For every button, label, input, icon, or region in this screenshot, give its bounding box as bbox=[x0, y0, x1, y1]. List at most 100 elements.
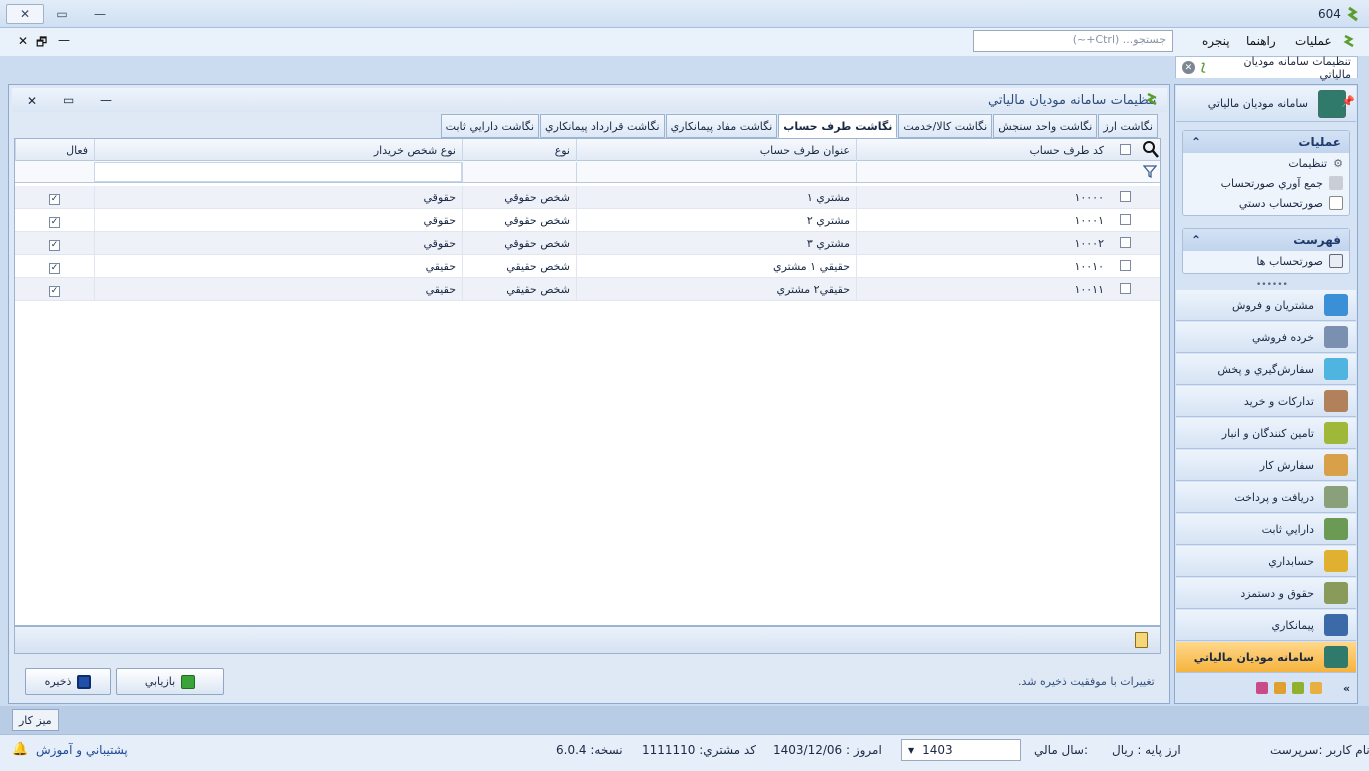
sidebar-item-invoices[interactable]: صورتحساب ها bbox=[1183, 251, 1349, 271]
table-row[interactable]: ۱۰۰۰۲ مشتري ۳ شخص حقوقي حقوقي ✓ bbox=[15, 232, 1160, 255]
tab-fixed-asset-mapping[interactable]: نگاشت دارايي ثابت bbox=[440, 114, 539, 138]
row-select-checkbox[interactable] bbox=[1120, 214, 1131, 228]
tab-contract-terms-mapping[interactable]: نگاشت مفاد پيمانکاري bbox=[665, 114, 778, 138]
table-row[interactable]: ۱۰۰۰۱ مشتري ۲ شخص حقوقي حقوقي ✓ bbox=[15, 209, 1160, 232]
search-input[interactable]: جستجو... (Ctrl+~) bbox=[973, 30, 1173, 52]
save-button[interactable]: ذخيره bbox=[25, 668, 111, 695]
clipboard-icon[interactable] bbox=[1135, 632, 1148, 648]
panel-close-button[interactable]: ✕ bbox=[27, 94, 37, 108]
mdi-close-button[interactable]: ✕ bbox=[18, 34, 28, 48]
table-row[interactable]: ۱۰۰۱۰ حقيقي ۱ مشتري شخص حقيقي حقيقي ✓ bbox=[15, 255, 1160, 278]
filter-type-input[interactable] bbox=[462, 162, 576, 182]
panel-minimize-button[interactable]: — bbox=[100, 93, 112, 107]
tab-goods-mapping[interactable]: نگاشت کالا/خدمت bbox=[898, 114, 993, 138]
bell-icon[interactable]: 🔔 bbox=[12, 742, 28, 757]
pin-icon[interactable]: 📌 bbox=[1341, 95, 1355, 108]
operations-header[interactable]: ⌃ عمليات bbox=[1183, 131, 1349, 153]
active-checkbox[interactable]: ✓ bbox=[49, 191, 60, 205]
nav-customers-sales[interactable]: مشتريان و فروش bbox=[1176, 290, 1356, 321]
desk-button[interactable]: ميز کار bbox=[12, 709, 59, 731]
chevron-more-icon[interactable]: « bbox=[1343, 682, 1350, 695]
tab-contract-mapping[interactable]: نگاشت قرارداد پيمانکاري bbox=[540, 114, 665, 138]
tab-unit-mapping[interactable]: نگاشت واحد سنجش bbox=[993, 114, 1098, 138]
sidebar-item-manual-invoice[interactable]: صورتحساب دستي bbox=[1183, 193, 1349, 213]
filter-title-input[interactable] bbox=[576, 162, 856, 182]
list-icon bbox=[1329, 254, 1343, 268]
row-select-checkbox[interactable] bbox=[1120, 283, 1131, 297]
col-header-code[interactable]: کد طرف حساب bbox=[856, 139, 1110, 161]
row-select-checkbox[interactable] bbox=[1120, 191, 1131, 205]
table-row[interactable]: ۱۰۰۰۰ مشتري ۱ شخص حقوقي حقوقي ✓ bbox=[15, 186, 1160, 209]
cell-type: شخص حقوقي bbox=[462, 209, 576, 232]
support-link[interactable]: پشتيباني و آموزش bbox=[36, 743, 128, 757]
col-header-buyer-type[interactable]: نوع شخص خريدار bbox=[94, 139, 462, 161]
star-icon[interactable] bbox=[1292, 682, 1304, 694]
filter-icon[interactable] bbox=[1142, 164, 1158, 181]
chart-icon[interactable] bbox=[1256, 682, 1268, 694]
status-version: نسخه: 6.0.4 bbox=[556, 743, 623, 757]
status-customer-code: کد مشتري: 1111110 bbox=[642, 743, 756, 757]
fiscal-year-select[interactable]: ▼ 1403 bbox=[901, 739, 1021, 761]
tab-close-icon[interactable]: ✕ bbox=[1182, 61, 1195, 74]
cell-buyer-type: حقيقي bbox=[94, 255, 462, 278]
filter-code-input[interactable] bbox=[856, 162, 1110, 182]
select-all-checkbox[interactable] bbox=[1120, 144, 1131, 158]
menu-window[interactable]: پنجره bbox=[1202, 34, 1230, 48]
cell-code: ۱۰۰۱۱ bbox=[856, 278, 1110, 301]
table-row[interactable]: ۱۰۰۱۱ حقيقي۲ مشتري شخص حقيقي حقيقي ✓ bbox=[15, 278, 1160, 301]
active-checkbox[interactable]: ✓ bbox=[49, 260, 60, 274]
nav-work-order[interactable]: سفارش کار bbox=[1176, 450, 1356, 481]
cell-title: مشتري ۲ bbox=[576, 209, 856, 232]
search-icon[interactable] bbox=[1142, 140, 1159, 161]
document-tab[interactable]: تنظيمات سامانه موديان مالياتي ⟆ ✕ bbox=[1175, 55, 1358, 81]
cell-buyer-type: حقوقي bbox=[94, 232, 462, 255]
splitter-handle[interactable]: •••••• bbox=[1256, 280, 1288, 290]
mdi-restore-button[interactable]: 🗗 bbox=[36, 33, 47, 54]
mdi-minimize-button[interactable]: — bbox=[58, 33, 70, 47]
operations-section: ⌃ عمليات تنظيمات ⚙ جمع آوري صورتحساب صورت… bbox=[1182, 130, 1350, 216]
row-select-checkbox[interactable] bbox=[1120, 260, 1131, 274]
sidebar-item-collect-invoices[interactable]: جمع آوري صورتحساب bbox=[1183, 173, 1349, 193]
nav-contracting[interactable]: پيمانکاري bbox=[1176, 610, 1356, 641]
nav-procurement[interactable]: تدارکات و خريد bbox=[1176, 386, 1356, 417]
col-header-title[interactable]: عنوان طرف حساب bbox=[576, 139, 856, 161]
reload-button[interactable]: بازيابي bbox=[116, 668, 224, 695]
nav-receipts-payments[interactable]: دريافت و پرداخت bbox=[1176, 482, 1356, 513]
col-header-active[interactable]: فعال bbox=[15, 139, 94, 161]
col-header-type[interactable]: نوع bbox=[462, 139, 576, 161]
nav-fixed-assets[interactable]: دارايي ثابت bbox=[1176, 514, 1356, 545]
nav-payroll[interactable]: حقوق و دستمزد bbox=[1176, 578, 1356, 609]
nav-tax-system[interactable]: سامانه موديان مالياتي bbox=[1176, 642, 1356, 673]
tool-icon[interactable] bbox=[1310, 682, 1322, 694]
collapse-icon[interactable]: ⌃ bbox=[1191, 233, 1201, 247]
status-message: تغييرات با موفقيت ذخيره شد. bbox=[1018, 675, 1155, 688]
tab-currency-mapping[interactable]: نگاشت ارز bbox=[1098, 114, 1158, 138]
active-checkbox[interactable]: ✓ bbox=[49, 237, 60, 251]
contracting-icon bbox=[1324, 614, 1348, 636]
refresh-icon bbox=[181, 674, 196, 689]
sidebar-item-settings[interactable]: تنظيمات ⚙ bbox=[1183, 153, 1349, 173]
nav-orders-distribution[interactable]: سفارش‌گيري و پخش bbox=[1176, 354, 1356, 385]
filter-buyer-type-input[interactable] bbox=[94, 162, 462, 182]
window-minimize-button[interactable]: — bbox=[88, 4, 112, 24]
panel-restore-button[interactable]: ▭ bbox=[63, 93, 74, 107]
cell-code: ۱۰۰۰۲ bbox=[856, 232, 1110, 255]
window-close-button[interactable]: ✕ bbox=[6, 4, 44, 24]
payments-icon bbox=[1324, 486, 1348, 508]
tab-party-mapping[interactable]: نگاشت طرف حساب bbox=[778, 114, 898, 138]
nav-suppliers-warehouse[interactable]: تامين کنندگان و انبار bbox=[1176, 418, 1356, 449]
collapse-icon[interactable]: ⌃ bbox=[1191, 135, 1201, 149]
active-checkbox[interactable]: ✓ bbox=[49, 214, 60, 228]
menu-logo-icon bbox=[1343, 34, 1355, 48]
nav-accounting[interactable]: حسابداري bbox=[1176, 546, 1356, 577]
nav-retail[interactable]: خرده فروشي bbox=[1176, 322, 1356, 353]
menu-help[interactable]: راهنما bbox=[1246, 34, 1276, 48]
list-header[interactable]: ⌃ فهرست bbox=[1183, 229, 1349, 251]
window-restore-button[interactable]: ▭ bbox=[52, 4, 72, 24]
window-title: 604 bbox=[1318, 7, 1341, 21]
menu-operations[interactable]: عمليات bbox=[1295, 34, 1332, 48]
leaf-icon[interactable] bbox=[1274, 682, 1286, 694]
retail-icon bbox=[1324, 326, 1348, 348]
row-select-checkbox[interactable] bbox=[1120, 237, 1131, 251]
active-checkbox[interactable]: ✓ bbox=[49, 283, 60, 297]
